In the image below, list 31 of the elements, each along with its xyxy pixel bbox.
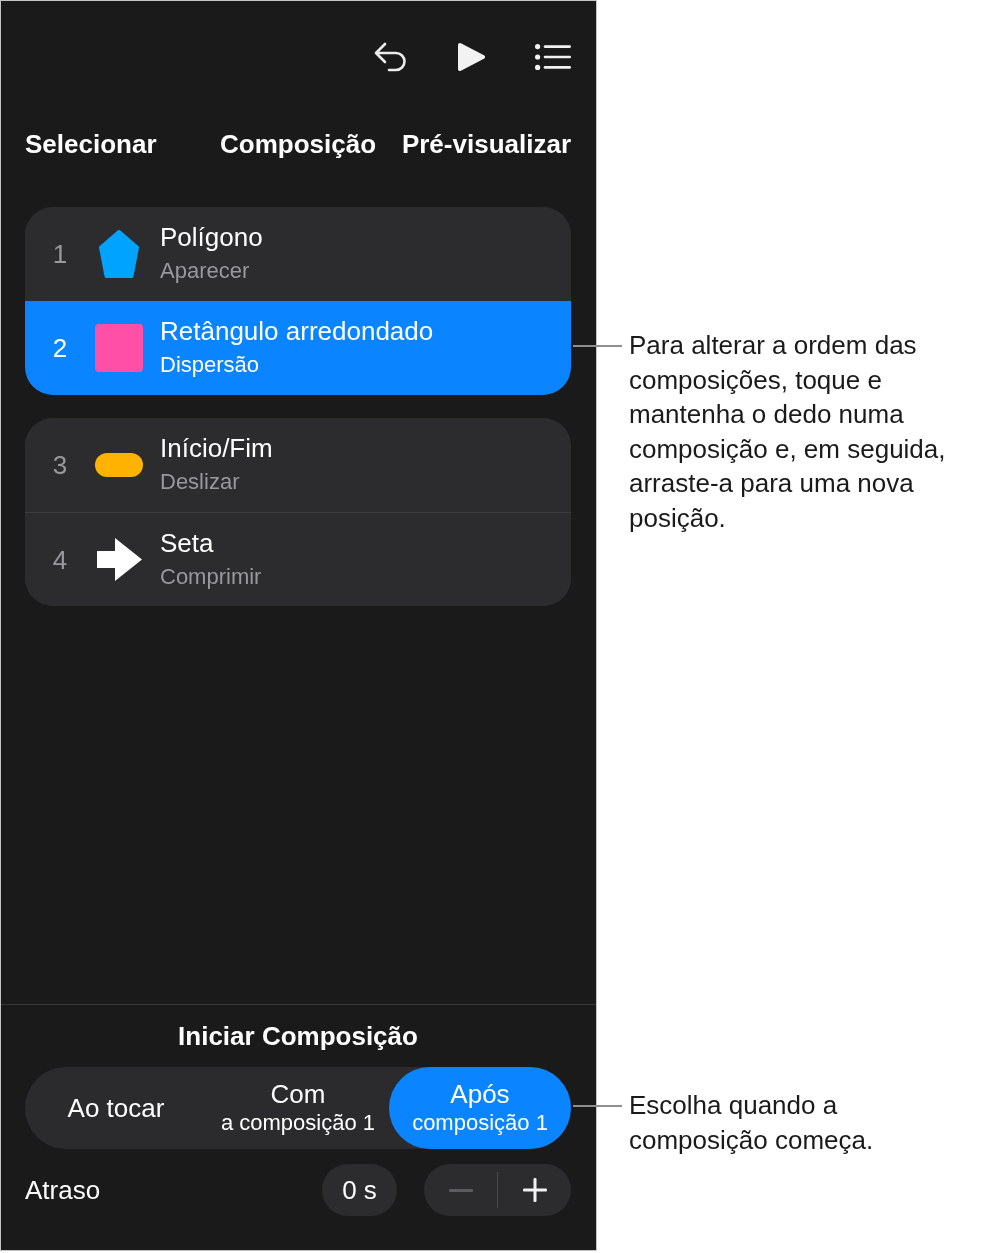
preview-button[interactable]: Pré-visualizar (401, 127, 571, 161)
plus-icon[interactable] (522, 1178, 547, 1202)
build-number: 2 (51, 332, 69, 365)
build-effect: Deslizar (160, 468, 240, 496)
leader-line (573, 1105, 622, 1107)
start-option[interactable]: Ao tocar (25, 1067, 207, 1149)
build-title: Retângulo arredondado (160, 315, 434, 348)
delay-value-field[interactable]: 0 s (322, 1164, 397, 1216)
build-title: Seta (160, 526, 214, 560)
build-row[interactable]: 2 Retângulo arredondado Dispersão (25, 301, 571, 395)
build-effect: Comprimir (160, 562, 262, 591)
build-number: 1 (51, 238, 69, 271)
build-number: 3 (51, 449, 69, 482)
callout-text: Para alterar a ordem das composições, toque e mantenha o dedo numa composição e, em seguida, arraste-a para uma nova posição. (629, 329, 947, 535)
build-number: 4 (51, 543, 69, 577)
build-effect: Aparecer (160, 257, 250, 285)
build-row[interactable]: 4 Seta Comprimir (25, 512, 571, 606)
build-effect: Dispersão (160, 351, 260, 379)
select-button[interactable]: Selecionar (25, 127, 157, 161)
list-icon[interactable] (535, 44, 571, 70)
start-option[interactable]: Após composição 1 (389, 1067, 571, 1149)
callout-text: Escolha quando a composição começa. (629, 1089, 875, 1157)
section-title: Iniciar Composição (177, 1020, 419, 1053)
screen-title: Composição (220, 128, 376, 161)
build-title: Polígono (160, 221, 263, 254)
build-title: Início/Fim (160, 432, 273, 465)
leader-line (573, 345, 622, 347)
undo-icon[interactable] (373, 41, 407, 73)
delay-label: Atraso (25, 1174, 101, 1207)
start-option[interactable]: Com a composição 1 (207, 1067, 389, 1149)
play-icon[interactable] (457, 42, 485, 72)
